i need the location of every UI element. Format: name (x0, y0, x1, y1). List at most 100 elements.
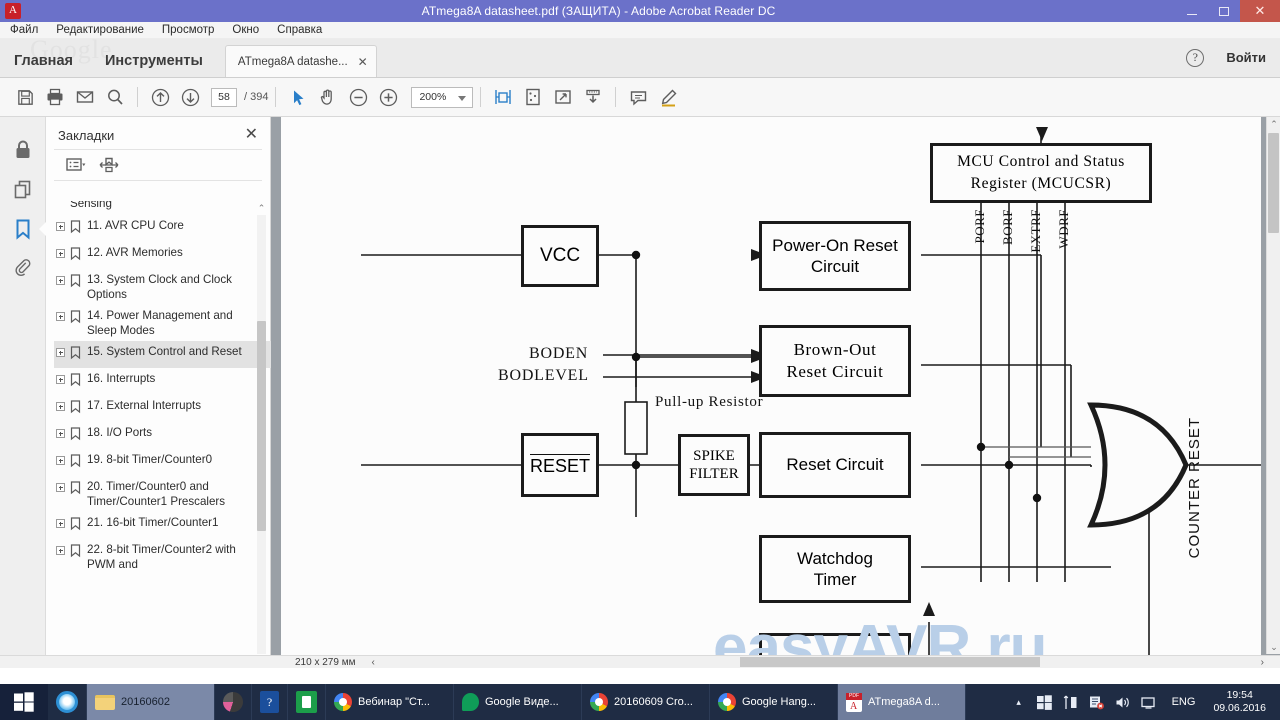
chevron-down-icon[interactable] (458, 95, 467, 101)
fit-width-icon[interactable] (488, 82, 518, 112)
tab-home[interactable]: Главная (0, 45, 89, 77)
list-item[interactable]: 18. I/O Ports (54, 422, 271, 449)
page-number-input[interactable]: 58 (211, 87, 237, 107)
expand-plus-icon[interactable] (56, 348, 65, 357)
expand-plus-icon[interactable] (56, 312, 65, 321)
help-icon[interactable]: ? (1186, 48, 1205, 67)
taskbar-item-internet-explorer[interactable] (48, 684, 87, 720)
bookmark-label: 12. AVR Memories (87, 246, 183, 259)
minimize-button[interactable] (1176, 0, 1208, 22)
language-indicator[interactable]: ENG (1162, 696, 1206, 708)
expand-plus-icon[interactable] (56, 483, 65, 492)
taskbar-item-chrome-webinar[interactable]: Вебинар "Ст... (326, 684, 454, 720)
next-page-icon[interactable] (175, 82, 205, 112)
list-options-icon[interactable] (66, 157, 86, 173)
expand-plus-icon[interactable] (56, 375, 65, 384)
fullscreen-icon[interactable] (548, 82, 578, 112)
pdf-vertical-scrollbar[interactable]: ⌃ ⌄ (1266, 117, 1280, 654)
tab-tools[interactable]: Инструменты (89, 45, 219, 77)
list-item[interactable]: 11. AVR CPU Core (54, 215, 271, 242)
print-icon[interactable] (40, 82, 70, 112)
list-item[interactable]: 19. 8-bit Timer/Counter0 (54, 449, 271, 476)
taskbar-item-cortana[interactable] (215, 684, 252, 720)
taskbar-item-acrobat[interactable]: ATmega8A d... (838, 684, 966, 720)
list-item[interactable]: Sensing (54, 201, 271, 215)
taskbar-item-help-app[interactable]: ? (252, 684, 288, 720)
menu-file[interactable]: Файл (0, 22, 47, 39)
download-icon[interactable] (578, 82, 608, 112)
signin-button[interactable]: Войти (1226, 50, 1266, 65)
expand-plus-icon[interactable] (56, 222, 65, 231)
highlight-pen-icon[interactable] (653, 82, 683, 112)
list-item[interactable]: 20. Timer/Counter0 and Timer/Counter1 Pr… (54, 476, 271, 512)
hand-icon[interactable] (313, 82, 343, 112)
scrollbar-thumb[interactable] (740, 657, 1040, 667)
page-thumbnails-icon[interactable] (7, 169, 39, 209)
list-item[interactable]: 13. System Clock and Clock Options (54, 269, 271, 305)
taskbar-item-google-video[interactable]: Google Виде... (454, 684, 582, 720)
network-settings-icon[interactable] (1058, 684, 1084, 720)
expand-plus-icon[interactable] (56, 546, 65, 555)
list-item[interactable]: 17. External Interrupts (54, 395, 271, 422)
scroll-down-arrow[interactable]: ⌄ (1267, 640, 1280, 654)
taskbar-item-google-hangouts[interactable]: Google Hang... (710, 684, 838, 720)
bookmarks-icon[interactable] (7, 209, 47, 249)
list-item[interactable]: 12. AVR Memories (54, 242, 271, 269)
security-lock-icon[interactable] (7, 129, 39, 169)
comment-icon[interactable] (623, 82, 653, 112)
zoom-level-select[interactable]: 200% (411, 86, 474, 108)
close-icon[interactable]: ✕ (358, 56, 368, 68)
zoom-out-icon[interactable] (343, 82, 373, 112)
menu-edit[interactable]: Редактирование (47, 22, 153, 39)
search-icon[interactable] (100, 82, 130, 112)
scroll-up-arrow[interactable]: ⌃ (1267, 117, 1280, 131)
maximize-button[interactable] (1208, 0, 1240, 22)
menu-view[interactable]: Просмотр (153, 22, 224, 39)
bookmarks-header: Закладки ✕ (46, 117, 270, 149)
zoom-in-icon[interactable] (373, 82, 403, 112)
pdf-viewport[interactable]: VCC Power-On Reset Circuit Brown-Out Reset… (271, 117, 1280, 668)
list-item[interactable]: 16. Interrupts (54, 368, 271, 395)
expand-plus-icon[interactable] (56, 276, 65, 285)
scroll-up-arrow[interactable]: ⌃ (257, 201, 266, 215)
cursor-arrow-icon[interactable] (283, 82, 313, 112)
windows-tray-icon[interactable] (1032, 684, 1058, 720)
taskbar-item-folder[interactable]: 20160602 (87, 684, 215, 720)
antivirus-icon[interactable] (1084, 684, 1110, 720)
next-arrow-icon[interactable]: › (1261, 657, 1264, 668)
bookmarks-scrollbar[interactable]: ⌃ ⌄ (257, 201, 266, 668)
list-item-selected[interactable]: 15. System Control and Reset (54, 341, 271, 368)
attachments-icon[interactable] (7, 249, 39, 289)
expand-plus-icon[interactable] (56, 429, 65, 438)
prev-page-icon[interactable] (145, 82, 175, 112)
expand-plus-icon[interactable] (56, 456, 65, 465)
tray-overflow-icon[interactable]: ▴ (1006, 684, 1032, 720)
taskbar-item-store[interactable] (288, 684, 326, 720)
expand-bookmarks-icon[interactable] (98, 156, 120, 174)
expand-plus-icon[interactable] (56, 519, 65, 528)
list-item[interactable]: 21. 16-bit Timer/Counter1 (54, 512, 271, 539)
pdf-page[interactable]: VCC Power-On Reset Circuit Brown-Out Reset… (281, 117, 1261, 668)
menu-help[interactable]: Справка (268, 22, 331, 39)
tab-document[interactable]: ATmega8A datashe... ✕ (224, 45, 377, 77)
menu-window[interactable]: Окно (223, 22, 268, 39)
expand-plus-icon[interactable] (56, 249, 65, 258)
email-icon[interactable] (70, 82, 100, 112)
volume-icon[interactable] (1110, 684, 1136, 720)
scrollbar-thumb[interactable] (257, 321, 266, 531)
close-button[interactable]: ✕ (1240, 0, 1280, 22)
list-item[interactable]: 22. 8-bit Timer/Counter2 with PWM and (54, 539, 271, 575)
scrollbar-thumb[interactable] (1268, 133, 1279, 233)
windows-start-icon[interactable] (0, 684, 48, 720)
page-thumbnail-icon[interactable] (518, 82, 548, 112)
taskbar-item-chrome-20160609[interactable]: 20160609 Cro... (582, 684, 710, 720)
prev-arrow-icon[interactable]: ‹ (371, 657, 374, 668)
display-icon[interactable] (1136, 684, 1162, 720)
save-icon[interactable] (10, 82, 40, 112)
bookmarks-list[interactable]: Sensing 11. AVR CPU Core 12. AVR Memorie… (46, 201, 271, 668)
expand-plus-icon[interactable] (56, 402, 65, 411)
clock[interactable]: 19:54 09.06.2016 (1205, 689, 1274, 715)
list-item[interactable]: 14. Power Management and Sleep Modes (54, 305, 271, 341)
close-icon[interactable]: ✕ (245, 127, 258, 143)
pdf-horizontal-scrollbar[interactable] (400, 656, 1266, 668)
